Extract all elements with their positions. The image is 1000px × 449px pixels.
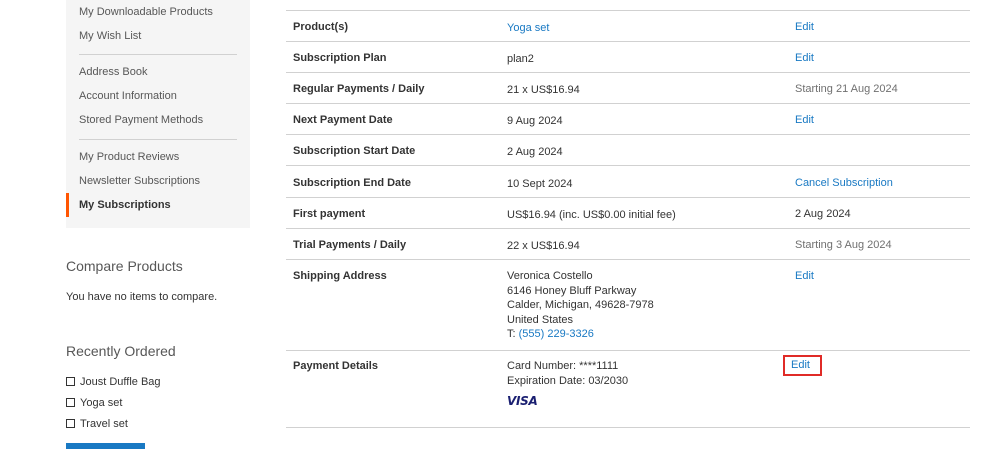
- table-row: First payment US$16.94 (inc. US$0.00 ini…: [286, 198, 970, 229]
- row-value: 10 Sept 2024: [507, 178, 573, 190]
- table-row: Subscription Start Date 2 Aug 2024: [286, 135, 970, 166]
- table-row: Trial Payments / Daily 22 x US$16.94 Sta…: [286, 229, 970, 260]
- table-row-payment-details: Payment Details Card Number: ****1111 Ex…: [286, 351, 970, 428]
- row-label: Subscription End Date: [293, 177, 411, 189]
- edit-plan-link[interactable]: Edit: [795, 52, 814, 64]
- row-action-text: Starting 21 Aug 2024: [795, 83, 898, 95]
- reorder-item-yoga-set[interactable]: Yoga set: [66, 392, 161, 413]
- row-action-text: Starting 3 Aug 2024: [795, 239, 892, 251]
- nav-divider: [79, 54, 237, 55]
- add-to-cart-button[interactable]: [66, 443, 145, 449]
- row-label: Trial Payments / Daily: [293, 239, 407, 251]
- account-sidebar: My Downloadable Products My Wish List Ad…: [66, 0, 250, 228]
- cancel-subscription-link[interactable]: Cancel Subscription: [795, 177, 893, 189]
- address-phone-line: T: (555) 229-3326: [507, 327, 654, 342]
- row-action-text: 2 Aug 2024: [795, 208, 851, 220]
- compare-empty-text: You have no items to compare.: [66, 291, 218, 303]
- address-name: Veronica Costello: [507, 270, 593, 282]
- nav-divider: [79, 139, 237, 140]
- reorder-item-label: Travel set: [80, 417, 128, 430]
- table-row: Regular Payments / Daily 21 x US$16.94 S…: [286, 73, 970, 104]
- row-label: First payment: [293, 208, 366, 220]
- table-row: Next Payment Date 9 Aug 2024 Edit: [286, 104, 970, 135]
- table-row: Product(s) Yoga set Edit: [286, 11, 970, 42]
- phone-link[interactable]: (555) 229-3326: [519, 328, 594, 340]
- row-value: 21 x US$16.94: [507, 84, 580, 96]
- edit-shipping-address-link[interactable]: Edit: [795, 270, 814, 282]
- row-label: Product(s): [293, 21, 348, 33]
- table-row-shipping-address: Shipping Address Veronica Costello 6146 …: [286, 260, 970, 351]
- address-city: Calder, Michigan, 49628-7978: [507, 299, 654, 311]
- nav-my-wish-list[interactable]: My Wish List: [66, 24, 141, 48]
- checkbox[interactable]: [66, 398, 75, 407]
- shipping-address: Veronica Costello 6146 Honey Bluff Parkw…: [507, 269, 654, 342]
- recently-ordered-title: Recently Ordered: [66, 343, 176, 359]
- row-value: 22 x US$16.94: [507, 240, 580, 252]
- card-expiration: Expiration Date: 03/2030: [507, 374, 629, 387]
- nav-newsletter-subscriptions[interactable]: Newsletter Subscriptions: [66, 169, 200, 193]
- row-label: Regular Payments / Daily: [293, 83, 425, 95]
- recently-ordered-list: Joust Duffle Bag Yoga set Travel set: [66, 371, 161, 434]
- row-value: 9 Aug 2024: [507, 115, 563, 127]
- row-label: Next Payment Date: [293, 114, 393, 126]
- reorder-item-joust-duffle-bag[interactable]: Joust Duffle Bag: [66, 371, 161, 392]
- product-link[interactable]: Yoga set: [507, 21, 549, 36]
- reorder-item-travel-set[interactable]: Travel set: [66, 413, 161, 434]
- nav-my-product-reviews[interactable]: My Product Reviews: [66, 145, 179, 169]
- checkbox[interactable]: [66, 377, 75, 386]
- row-label: Subscription Start Date: [293, 145, 416, 157]
- row-label: Subscription Plan: [293, 52, 387, 64]
- edit-products-link[interactable]: Edit: [795, 21, 814, 33]
- edit-payment-details-link[interactable]: Edit: [783, 355, 822, 376]
- compare-products-title: Compare Products: [66, 258, 183, 274]
- visa-logo-icon: VISA: [507, 394, 538, 408]
- row-value: plan2: [507, 53, 534, 65]
- account-nav: My Downloadable Products My Wish List Ad…: [66, 0, 250, 228]
- address-street: 6146 Honey Bluff Parkway: [507, 284, 637, 297]
- reorder-item-label: Yoga set: [80, 396, 123, 409]
- payment-details: Card Number: ****1111 Expiration Date: 0…: [507, 359, 628, 409]
- table-row: Subscription End Date 10 Sept 2024 Cance…: [286, 166, 970, 198]
- reorder-item-label: Joust Duffle Bag: [80, 375, 161, 388]
- nav-stored-payment-methods[interactable]: Stored Payment Methods: [66, 108, 203, 132]
- edit-next-payment-link[interactable]: Edit: [795, 114, 814, 126]
- row-value: US$16.94 (inc. US$0.00 initial fee): [507, 209, 676, 221]
- card-number: Card Number: ****1111: [507, 360, 619, 372]
- row-value: 2 Aug 2024: [507, 146, 563, 158]
- nav-address-book[interactable]: Address Book: [66, 60, 147, 84]
- table-row: Subscription Plan plan2 Edit: [286, 42, 970, 73]
- address-country: United States: [507, 313, 574, 326]
- row-label: Shipping Address: [293, 270, 387, 282]
- nav-my-subscriptions[interactable]: My Subscriptions: [66, 193, 171, 217]
- nav-my-downloadable-products[interactable]: My Downloadable Products: [66, 0, 213, 24]
- nav-account-information[interactable]: Account Information: [66, 84, 177, 108]
- row-label: Payment Details: [293, 360, 378, 372]
- phone-prefix: T:: [507, 328, 516, 340]
- checkbox[interactable]: [66, 419, 75, 428]
